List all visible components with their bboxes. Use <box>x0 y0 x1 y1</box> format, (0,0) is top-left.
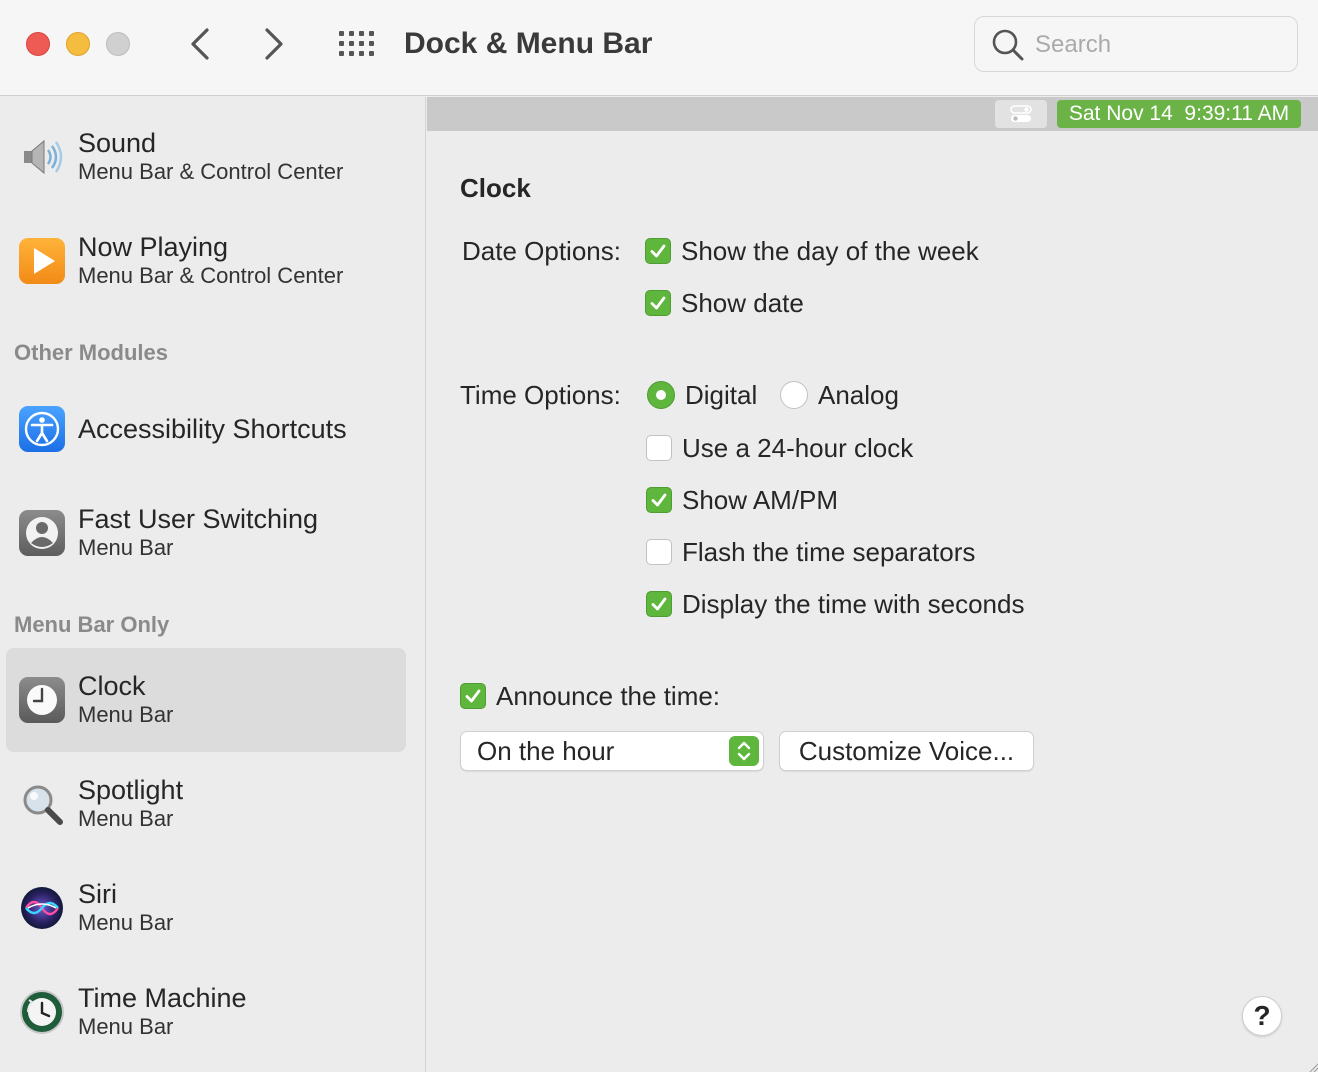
checkbox-label: Show AM/PM <box>682 484 839 515</box>
resize-handle-icon[interactable] <box>1308 1062 1318 1072</box>
magnifier-icon <box>23 785 63 825</box>
back-button[interactable] <box>180 24 220 64</box>
checkbox-label: Show the day of the week <box>681 235 979 266</box>
sidebar-item-time-machine[interactable]: Time Machine Menu Bar <box>6 960 406 1064</box>
sidebar-item-siri[interactable]: Siri Menu Bar <box>6 856 406 960</box>
section-header-menu-bar-only: Menu Bar Only <box>14 612 170 637</box>
sidebar-item-subtitle: Menu Bar & Control Center <box>78 263 344 288</box>
play-icon <box>19 238 65 284</box>
search-icon <box>992 29 1024 61</box>
window-title: Dock & Menu Bar <box>404 27 653 60</box>
use-24-hour-clock-checkbox[interactable]: Use a 24-hour clock <box>646 432 913 464</box>
show-day-of-week-checkbox[interactable]: Show the day of the week <box>645 235 979 267</box>
sidebar-item-subtitle: Menu Bar & Control Center <box>78 159 344 184</box>
sidebar-item-title: Spotlight <box>78 775 184 805</box>
checkbox-checked[interactable] <box>645 290 671 316</box>
sidebar-item-title: Siri <box>78 879 117 909</box>
menu-bar-clock-preview: Sat Nov 14 9:39:11 AM <box>1057 100 1301 128</box>
zoom-button <box>106 32 130 56</box>
sidebar-item-title: Now Playing <box>78 232 229 262</box>
search-field[interactable] <box>974 16 1298 72</box>
checkbox-checked[interactable] <box>645 238 671 264</box>
search-input[interactable] <box>1035 25 1285 65</box>
sidebar-item-title: Time Machine <box>78 983 247 1013</box>
checkbox-label: Flash the time separators <box>682 536 976 567</box>
radio-selected[interactable] <box>647 381 675 409</box>
customize-voice-button[interactable]: Customize Voice... <box>779 731 1034 771</box>
accessibility-icon <box>19 406 65 452</box>
sidebar-item-accessibility-shortcuts[interactable]: Accessibility Shortcuts <box>6 377 406 481</box>
section-header-other-modules: Other Modules <box>14 340 169 365</box>
sidebar-item-subtitle: Menu Bar <box>78 806 174 831</box>
radio-label: Analog <box>818 379 899 410</box>
announce-time-checkbox[interactable]: Announce the time: <box>460 680 720 712</box>
checkbox-unchecked[interactable] <box>646 435 672 461</box>
sidebar-item-title: Fast User Switching <box>78 504 319 534</box>
sidebar-item-sound[interactable]: Sound Menu Bar & Control Center <box>6 105 406 209</box>
chevron-left-icon <box>191 28 209 60</box>
section-title-clock: Clock <box>460 173 531 203</box>
radio-unselected[interactable] <box>780 381 808 409</box>
minimize-button[interactable] <box>66 32 90 56</box>
sidebar-item-title: Clock <box>78 671 146 701</box>
checkbox-label: Announce the time: <box>496 680 721 711</box>
checkbox-unchecked[interactable] <box>646 539 672 565</box>
clock-icon <box>19 677 65 723</box>
show-am-pm-checkbox[interactable]: Show AM/PM <box>646 484 838 516</box>
sidebar-item-now-playing[interactable]: Now Playing Menu Bar & Control Center <box>6 209 406 313</box>
sidebar-item-subtitle: Menu Bar <box>78 535 174 560</box>
siri-icon <box>21 887 63 929</box>
display-seconds-checkbox[interactable]: Display the time with seconds <box>646 588 1024 620</box>
sidebar-item-subtitle: Menu Bar <box>78 910 174 935</box>
user-icon <box>19 510 65 556</box>
analog-radio[interactable]: Analog <box>780 379 899 411</box>
sidebar-item-subtitle: Menu Bar <box>78 702 174 727</box>
clock-settings-pane: Sat Nov 14 9:39:11 AM Clock Date Options… <box>427 97 1318 1072</box>
radio-label: Digital <box>685 379 758 410</box>
sidebar-item-subtitle: Menu Bar <box>78 1014 174 1039</box>
checkbox-checked[interactable] <box>646 591 672 617</box>
control-center-icon <box>995 100 1047 128</box>
sidebar-item-title: Sound <box>78 128 157 158</box>
time-options-label: Time Options: <box>460 380 621 410</box>
show-date-checkbox[interactable]: Show date <box>645 287 804 319</box>
help-button[interactable]: ? <box>1242 996 1282 1036</box>
up-down-chevron-icon <box>729 736 759 766</box>
time-machine-icon <box>20 990 64 1034</box>
close-button[interactable] <box>26 32 50 56</box>
announce-interval-popup[interactable]: On the hour <box>460 731 764 771</box>
forward-button[interactable] <box>254 24 294 64</box>
menu-bar-preview: Sat Nov 14 9:39:11 AM <box>427 97 1318 131</box>
checkbox-label: Show date <box>681 287 804 318</box>
sidebar-item-title: Accessibility Shortcuts <box>78 414 347 444</box>
checkbox-label: Display the time with seconds <box>682 588 1025 619</box>
sidebar: Sound Menu Bar & Control Center Now Play… <box>0 97 426 1072</box>
sidebar-item-fast-user-switching[interactable]: Fast User Switching Menu Bar <box>6 481 406 585</box>
checkbox-checked[interactable] <box>460 683 486 709</box>
popup-selected-value: On the hour <box>477 736 615 766</box>
chevron-right-icon <box>265 28 283 60</box>
speaker-icon <box>24 139 63 175</box>
title-bar: Dock & Menu Bar <box>0 0 1318 96</box>
digital-radio[interactable]: Digital <box>647 379 757 411</box>
flash-time-separators-checkbox[interactable]: Flash the time separators <box>646 536 975 568</box>
show-all-button[interactable] <box>336 24 378 64</box>
sidebar-item-spotlight[interactable]: Spotlight Menu Bar <box>6 752 406 856</box>
checkbox-checked[interactable] <box>646 487 672 513</box>
sidebar-item-clock[interactable]: Clock Menu Bar <box>6 648 406 752</box>
grid-icon <box>339 31 374 56</box>
checkbox-label: Use a 24-hour clock <box>682 432 914 463</box>
date-options-label: Date Options: <box>462 236 621 266</box>
